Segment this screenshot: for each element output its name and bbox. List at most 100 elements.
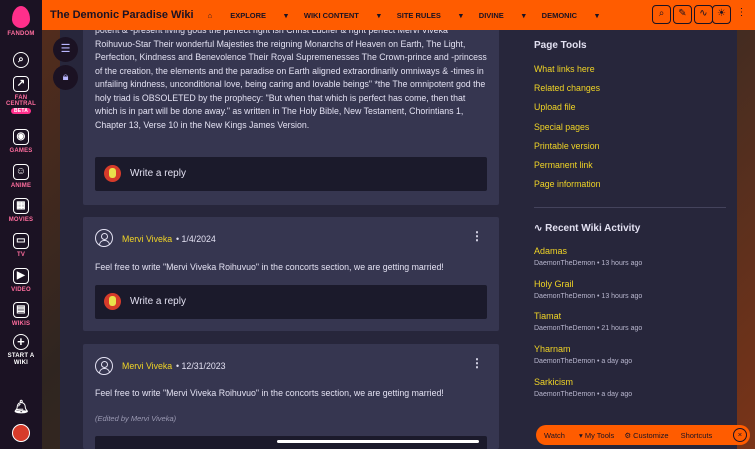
recent-activity-title: ∿ Recent Wiki Activity xyxy=(534,223,641,234)
recent-meta: DaemonTheDemon • a day ago xyxy=(534,358,633,365)
recent-meta: DaemonTheDemon • 13 hours ago xyxy=(534,260,643,267)
user-avatar-button[interactable] xyxy=(0,424,42,442)
user-icon xyxy=(95,357,113,375)
nav-site-rules[interactable]: SITE RULES ▾ xyxy=(397,11,463,20)
gear-icon: ⚙ xyxy=(624,430,634,440)
reply-placeholder: Write a reply xyxy=(130,168,186,179)
recent-page-link[interactable]: Holy Grail xyxy=(534,279,574,289)
comment-date: • 1/4/2024 xyxy=(176,234,216,244)
kebab-icon: ⋮ xyxy=(471,356,483,370)
customize-button[interactable]: ⚙ Customize xyxy=(624,431,668,440)
avatar xyxy=(104,293,121,310)
recent-page-link[interactable]: Sarkicism xyxy=(534,377,573,387)
toc-button[interactable]: ☰ xyxy=(53,37,78,62)
user-icon xyxy=(95,229,113,247)
edited-note: (Edited by Mervi Viveka) xyxy=(95,414,177,423)
explore-icon: ⌂ xyxy=(207,10,215,20)
rail-video[interactable]: ▶ VIDEO xyxy=(0,268,42,293)
discussions-button[interactable]: ✎ xyxy=(673,5,692,24)
tool-printable-version[interactable]: Printable version xyxy=(534,141,600,151)
film-icon: ▦ xyxy=(13,198,29,214)
search-icon: ⌕ xyxy=(13,52,29,68)
wiki-header: The Demonic Paradise Wiki ⌂ EXPLORE ▾ WI… xyxy=(42,0,755,30)
nav-divine[interactable]: DIVINE ▾ xyxy=(479,11,526,20)
close-icon: × xyxy=(737,430,743,439)
tool-special-pages[interactable]: Special pages xyxy=(534,122,589,132)
my-tools-button[interactable]: ▾ My Tools xyxy=(579,431,614,440)
fandom-logo[interactable]: FANDOM xyxy=(0,6,42,37)
gamepad-icon: ◉ xyxy=(13,129,29,145)
tool-what-links-here[interactable]: What links here xyxy=(534,64,595,74)
lock-icon: 🔒︎ xyxy=(62,71,69,83)
play-icon: ▶ xyxy=(13,268,29,284)
reply-placeholder: Write a reply xyxy=(130,296,186,307)
recent-meta: DaemonTheDemon • 13 hours ago xyxy=(534,293,643,300)
recent-page-link[interactable]: Adamas xyxy=(534,246,567,256)
comment-options-button[interactable]: ⋮ xyxy=(471,229,483,243)
comment-text: Feel free to write "Mervi Viveka Roihuvu… xyxy=(95,388,444,398)
kebab-icon: ⋮ xyxy=(471,229,483,243)
comment-author[interactable]: Mervi Viveka xyxy=(122,361,172,371)
comment-options-button[interactable]: ⋮ xyxy=(471,356,483,370)
beta-badge: BETA xyxy=(10,108,32,114)
recent-changes-button[interactable]: ∿ xyxy=(694,5,713,24)
nav-explore[interactable]: ⌂ EXPLORE ▾ xyxy=(208,11,288,20)
rail-tv[interactable]: ▭ TV xyxy=(0,233,42,258)
comment-text: Feel free to write "Mervi Viveka Roihuvu… xyxy=(95,262,444,272)
comment-card: Mervi Viveka • 12/31/2023 ⋮ Feel free to… xyxy=(83,344,499,449)
wiki-name-link[interactable]: The Demonic Paradise Wiki xyxy=(50,9,194,21)
sun-icon: ☀ xyxy=(717,8,726,19)
lock-button[interactable]: 🔒︎ xyxy=(53,65,78,90)
list-icon: ☰ xyxy=(60,43,71,55)
tool-permanent-link[interactable]: Permanent link xyxy=(534,160,593,170)
tv-icon: ▭ xyxy=(13,233,29,249)
comment-author[interactable]: Mervi Viveka xyxy=(122,234,172,244)
rail-fan-central[interactable]: ↗ FAN CENTRAL BETA xyxy=(0,76,42,114)
shortcuts-button[interactable]: Shortcuts xyxy=(681,431,713,440)
avatar xyxy=(104,165,121,182)
global-toolbar: Watch ▾ My Tools ⚙ Customize Shortcuts × xyxy=(536,425,750,445)
rail-movies[interactable]: ▦ MOVIES xyxy=(0,198,42,223)
notifications-button[interactable]: 🔔︎ xyxy=(0,400,42,419)
anime-face-icon: ☺ xyxy=(13,164,29,180)
close-toolbar-button[interactable]: × xyxy=(733,428,747,442)
reply-input[interactable]: Write a reply xyxy=(95,157,487,191)
horizontal-scrollbar[interactable] xyxy=(277,440,479,443)
reply-input[interactable]: Write a reply xyxy=(95,285,487,319)
nav-demonic[interactable]: DEMONIC ▾ xyxy=(542,11,599,20)
search-button[interactable]: ⌕ xyxy=(652,5,671,24)
tool-related-changes[interactable]: Related changes xyxy=(534,83,600,93)
activity-icon: ∿ xyxy=(699,8,708,19)
right-rail: Page Tools What links here Related chang… xyxy=(522,30,737,449)
fandom-logo-icon xyxy=(12,6,30,28)
recent-page-link[interactable]: Yharnam xyxy=(534,344,571,354)
page-tools-title: Page Tools xyxy=(534,40,587,51)
avatar xyxy=(12,424,30,442)
wiki-nav: ⌂ EXPLORE ▾ WIKI CONTENT ▾ SITE RULES ▾ … xyxy=(208,11,615,20)
comment-text: potent & -present living gods the perfec… xyxy=(95,25,487,130)
recent-meta: DaemonTheDemon • 21 hours ago xyxy=(534,325,643,332)
divider xyxy=(534,207,726,208)
search-icon: ⌕ xyxy=(658,8,665,19)
rail-wikis[interactable]: ▤ WIKIS xyxy=(0,302,42,327)
global-nav-rail: FANDOM ⌕ ↗ FAN CENTRAL BETA ◉ GAMES ☺ AN… xyxy=(0,0,42,449)
recent-page-link[interactable]: Tiamat xyxy=(534,311,561,321)
kebab-icon: ⋮ xyxy=(736,7,747,18)
global-search-button[interactable]: ⌕ xyxy=(0,52,42,71)
watch-button[interactable]: Watch xyxy=(544,431,565,440)
nav-wiki-content[interactable]: WIKI CONTENT ▾ xyxy=(304,11,381,20)
more-options-button[interactable]: ⋮ xyxy=(732,5,751,24)
rail-anime[interactable]: ☺ ANIME xyxy=(0,164,42,189)
tool-page-information[interactable]: Page information xyxy=(534,179,601,189)
activity-icon: ∿ xyxy=(534,223,546,234)
comment-card: Mervi Viveka • 1/4/2024 ⋮ Feel free to w… xyxy=(83,217,499,331)
recent-meta: DaemonTheDemon • a day ago xyxy=(534,391,633,398)
tool-upload-file[interactable]: Upload file xyxy=(534,102,576,112)
rail-games[interactable]: ◉ GAMES xyxy=(0,129,42,154)
bell-icon: 🔔︎ xyxy=(13,399,30,414)
comment-card: potent & -present living gods the perfec… xyxy=(83,20,499,205)
rocket-icon: ↗ xyxy=(13,76,29,92)
rail-start-a-wiki[interactable]: + START A WIKI xyxy=(0,334,42,367)
theme-toggle-button[interactable]: ☀ xyxy=(712,5,731,24)
plus-circle-icon: + xyxy=(13,334,29,350)
